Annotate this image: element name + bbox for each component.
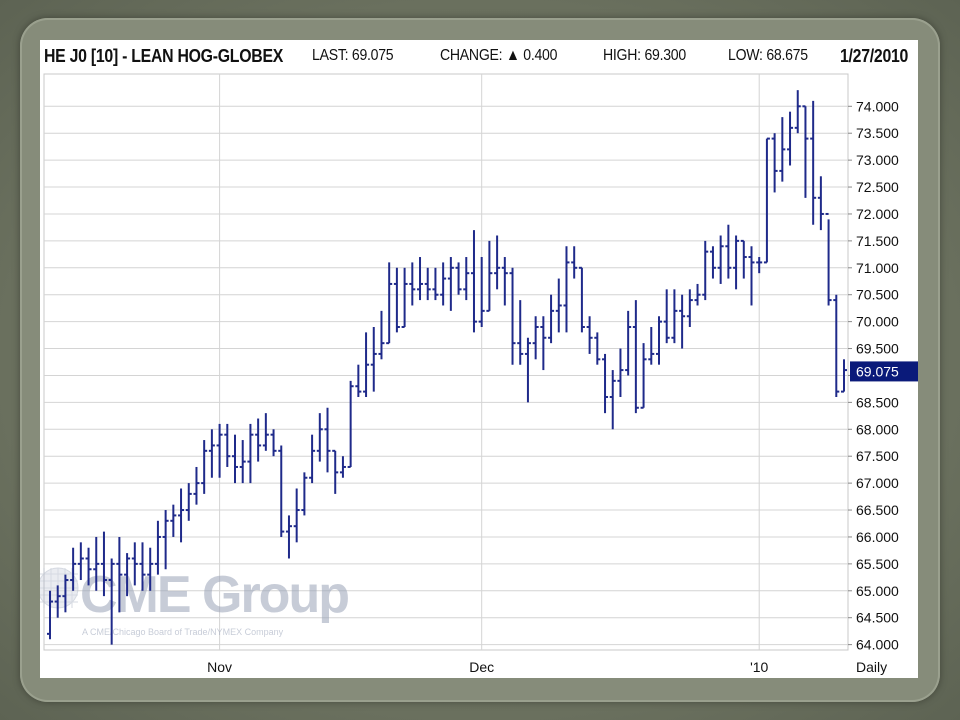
x-tick-label: '10 [750,659,768,675]
y-tick-label: 67.500 [856,448,899,464]
price-chart: 74.000 73.500 73.000 72.500 72.000 71.500 71.0… [40,73,918,675]
y-tick-label: 68.500 [856,394,899,410]
y-tick-label: 67.000 [856,475,899,491]
frequency-label: Daily [856,659,887,675]
y-tick-label: 65.500 [856,556,899,572]
y-tick-label: 64.500 [856,610,899,626]
y-tick-label: 70.500 [856,287,899,303]
y-tick-label: 70.000 [856,314,899,330]
y-tick-label: 65.000 [856,583,899,599]
y-tick-label: 73.000 [856,152,899,168]
y-tick-label: 69.500 [856,341,899,357]
y-tick-label: 72.000 [856,206,899,222]
chart-panel: HE J0 [10] - LEAN HOG-GLOBEX LAST: 69.07… [40,40,918,678]
y-tick-label: 68.000 [856,421,899,437]
y-tick-label: 64.000 [856,637,899,653]
x-tick-label: Dec [469,659,494,675]
y-tick-label: 71.000 [856,260,899,276]
y-tick-label: 73.500 [856,125,899,141]
y-tick-label: 74.000 [856,98,899,114]
y-tick-label: 66.000 [856,529,899,545]
y-tick-label: 71.500 [856,233,899,249]
y-tick-label: 66.500 [856,502,899,518]
last-price-value: 69.075 [856,363,899,379]
y-tick-label: 72.500 [856,179,899,195]
x-tick-label: Nov [207,659,232,675]
